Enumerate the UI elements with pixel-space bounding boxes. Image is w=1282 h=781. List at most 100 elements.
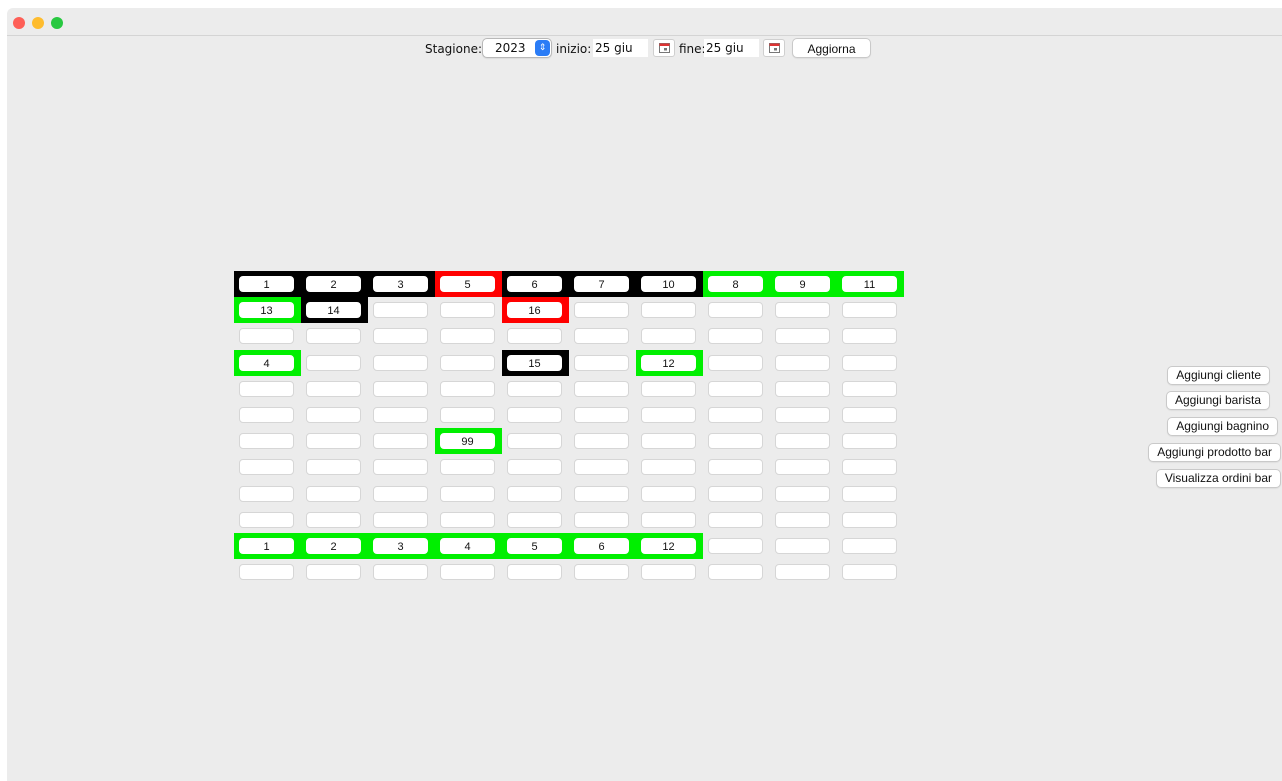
start-calendar-button[interactable] [653,39,675,57]
umbrella-slot-button[interactable] [507,564,562,580]
umbrella-slot-button[interactable] [440,459,495,475]
umbrella-slot-button[interactable] [373,433,428,449]
umbrella-slot-button[interactable] [239,486,294,502]
umbrella-slot-button[interactable] [641,407,696,423]
umbrella-slot-button[interactable] [239,381,294,397]
umbrella-slot-button[interactable] [641,459,696,475]
side-action-button-2[interactable]: Aggiungi bagnino [1167,417,1278,436]
umbrella-slot-button[interactable] [239,433,294,449]
update-button[interactable]: Aggiorna [792,38,871,58]
minimize-window-button[interactable] [32,17,44,29]
umbrella-slot-button[interactable] [507,407,562,423]
umbrella-slot-button[interactable] [440,302,495,318]
umbrella-slot-button[interactable] [708,355,763,371]
umbrella-slot-button[interactable] [842,381,897,397]
umbrella-slot-button[interactable]: 5 [440,276,495,292]
umbrella-slot-button[interactable] [708,564,763,580]
umbrella-slot-button[interactable]: 1 [239,538,294,554]
umbrella-slot-button[interactable] [775,328,830,344]
umbrella-slot-button[interactable] [239,564,294,580]
umbrella-slot-button[interactable] [574,433,629,449]
umbrella-slot-button[interactable] [373,564,428,580]
umbrella-slot-button[interactable] [842,564,897,580]
umbrella-slot-button[interactable] [440,486,495,502]
umbrella-slot-button[interactable] [842,328,897,344]
umbrella-slot-button[interactable] [373,407,428,423]
umbrella-slot-button[interactable] [708,433,763,449]
umbrella-slot-button[interactable] [708,512,763,528]
umbrella-slot-button[interactable] [708,407,763,423]
umbrella-slot-button[interactable]: 8 [708,276,763,292]
umbrella-slot-button[interactable]: 99 [440,433,495,449]
umbrella-slot-button[interactable] [842,433,897,449]
umbrella-slot-button[interactable] [775,538,830,554]
umbrella-slot-button[interactable] [775,564,830,580]
start-date-field[interactable]: 25 giu [593,39,648,57]
umbrella-slot-button[interactable] [775,355,830,371]
umbrella-slot-button[interactable] [574,459,629,475]
umbrella-slot-button[interactable] [373,381,428,397]
close-window-button[interactable] [13,17,25,29]
umbrella-slot-button[interactable] [641,564,696,580]
umbrella-slot-button[interactable] [842,459,897,475]
umbrella-slot-button[interactable] [306,512,361,528]
umbrella-slot-button[interactable] [373,512,428,528]
umbrella-slot-button[interactable]: 3 [373,538,428,554]
umbrella-slot-button[interactable] [574,302,629,318]
umbrella-slot-button[interactable] [574,407,629,423]
umbrella-slot-button[interactable] [775,486,830,502]
umbrella-slot-button[interactable] [306,355,361,371]
umbrella-slot-button[interactable] [641,486,696,502]
umbrella-slot-button[interactable] [574,355,629,371]
umbrella-slot-button[interactable]: 12 [641,538,696,554]
umbrella-slot-button[interactable] [842,407,897,423]
umbrella-slot-button[interactable]: 13 [239,302,294,318]
side-action-button-1[interactable]: Aggiungi barista [1165,391,1270,410]
umbrella-slot-button[interactable] [842,538,897,554]
umbrella-slot-button[interactable]: 2 [306,538,361,554]
umbrella-slot-button[interactable] [574,381,629,397]
umbrella-slot-button[interactable]: 11 [842,276,897,292]
umbrella-slot-button[interactable] [373,355,428,371]
umbrella-slot-button[interactable] [641,512,696,528]
umbrella-slot-button[interactable] [574,564,629,580]
umbrella-slot-button[interactable]: 3 [373,276,428,292]
umbrella-slot-button[interactable]: 4 [440,538,495,554]
umbrella-slot-button[interactable] [306,433,361,449]
umbrella-slot-button[interactable] [708,459,763,475]
umbrella-slot-button[interactable] [507,512,562,528]
umbrella-slot-button[interactable] [775,512,830,528]
umbrella-slot-button[interactable] [842,486,897,502]
umbrella-slot-button[interactable]: 4 [239,355,294,371]
umbrella-slot-button[interactable] [306,486,361,502]
umbrella-slot-button[interactable] [306,381,361,397]
umbrella-slot-button[interactable] [507,328,562,344]
umbrella-slot-button[interactable] [775,381,830,397]
umbrella-slot-button[interactable] [440,381,495,397]
umbrella-slot-button[interactable] [373,459,428,475]
umbrella-slot-button[interactable] [373,302,428,318]
umbrella-slot-button[interactable] [440,512,495,528]
umbrella-slot-button[interactable] [507,459,562,475]
umbrella-slot-button[interactable]: 6 [574,538,629,554]
umbrella-slot-button[interactable]: 10 [641,276,696,292]
umbrella-slot-button[interactable] [775,459,830,475]
umbrella-slot-button[interactable] [842,302,897,318]
umbrella-slot-button[interactable]: 16 [507,302,562,318]
umbrella-slot-button[interactable] [574,512,629,528]
umbrella-slot-button[interactable] [574,486,629,502]
side-action-button-0[interactable]: Aggiungi cliente [1167,366,1270,385]
umbrella-slot-button[interactable] [239,407,294,423]
umbrella-slot-button[interactable] [239,512,294,528]
umbrella-slot-button[interactable] [775,302,830,318]
umbrella-slot-button[interactable] [239,459,294,475]
zoom-window-button[interactable] [51,17,63,29]
umbrella-slot-button[interactable] [708,328,763,344]
side-action-button-4[interactable]: Visualizza ordini bar [1155,469,1281,488]
umbrella-slot-button[interactable]: 15 [507,355,562,371]
umbrella-slot-button[interactable]: 12 [641,355,696,371]
umbrella-slot-button[interactable] [708,486,763,502]
umbrella-slot-button[interactable] [306,564,361,580]
umbrella-slot-button[interactable] [239,328,294,344]
umbrella-slot-button[interactable] [775,407,830,423]
